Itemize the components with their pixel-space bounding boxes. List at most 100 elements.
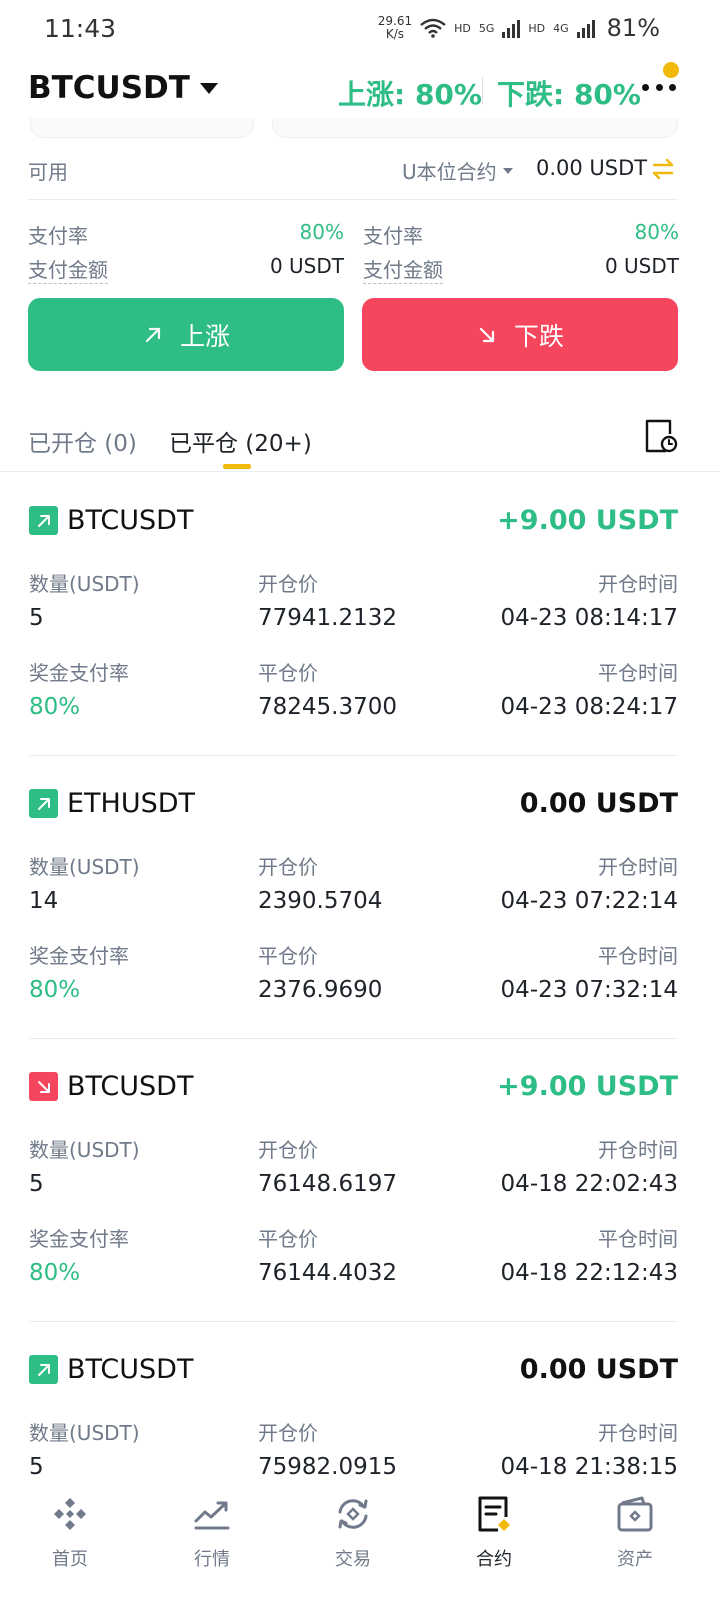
more-options-icon[interactable]	[642, 84, 676, 96]
bonus-rate-label: 奖金支付率	[29, 944, 129, 968]
open-time-value: 04-18 21:38:15	[500, 1454, 678, 1480]
open-time-label: 开仓时间	[598, 1421, 678, 1445]
hd-indicator-2: HD	[528, 21, 546, 35]
qty-value: 5	[29, 1171, 44, 1197]
status-indicators: 29.61 K/s HD 5G HD 4G 81%	[378, 14, 660, 42]
header-divider	[482, 77, 483, 105]
wallet-icon	[617, 1496, 653, 1532]
nav-label: 资产	[617, 1549, 653, 1570]
bonus-rate-value: 80%	[29, 1260, 81, 1286]
pay-amount-value: 0 USDT	[269, 254, 344, 278]
home-icon	[54, 1498, 86, 1530]
bonus-rate-value: 80%	[29, 977, 81, 1003]
qty-label: 数量(USDT)	[29, 572, 140, 596]
amount-input-left[interactable]	[30, 118, 254, 138]
open-time-value: 04-23 07:22:14	[500, 888, 678, 914]
position-record[interactable]: BTCUSDT +9.00 USDT 数量(USDT) 开仓价 开仓时间 5 7…	[29, 1039, 678, 1322]
pay-amount-value: 0 USDT	[604, 254, 679, 278]
close-price-label: 平仓价	[258, 944, 318, 968]
open-time-label: 开仓时间	[598, 572, 678, 596]
transfer-icon[interactable]	[650, 156, 676, 182]
caret-down-icon	[199, 82, 218, 94]
fall-button[interactable]: 下跌	[362, 298, 678, 371]
header: BTCUSDT 上涨: 80% 下跌: 80%	[0, 60, 720, 120]
active-tab-indicator	[223, 464, 251, 469]
cell-signal-icon-2	[576, 18, 595, 38]
open-price-value: 77941.2132	[258, 605, 398, 631]
close-time-label: 平仓时间	[598, 1227, 678, 1251]
tab-closed-positions[interactable]: 已平仓 (20+)	[169, 424, 312, 458]
nav-label: 首页	[52, 1549, 88, 1570]
pair-selector[interactable]: BTCUSDT	[28, 70, 218, 106]
position-record[interactable]: BTCUSDT 0.00 USDT 数量(USDT) 开仓价 开仓时间 5 75…	[29, 1322, 678, 1485]
position-record[interactable]: BTCUSDT +9.00 USDT 数量(USDT) 开仓价 开仓时间 5 7…	[29, 473, 678, 756]
contract-type-select[interactable]: U本位合约	[402, 156, 513, 185]
rise-button[interactable]: 上涨	[28, 298, 344, 371]
network-speed: 29.61 K/s	[377, 14, 413, 41]
bonus-rate-label: 奖金支付率	[29, 1227, 129, 1251]
nav-market[interactable]: 行情	[162, 1495, 262, 1575]
caret-down-icon	[502, 167, 513, 174]
record-pnl: +9.00 USDT	[497, 505, 678, 536]
pay-rate-label: 支付率	[363, 224, 423, 248]
fall-button-label: 下跌	[513, 321, 564, 351]
close-price-label: 平仓价	[258, 1227, 318, 1251]
open-time-value: 04-18 22:02:43	[500, 1171, 678, 1197]
notification-dot	[663, 62, 679, 78]
open-time-label: 开仓时间	[598, 1138, 678, 1162]
signal-tag-5g: 5G	[478, 21, 495, 35]
record-symbol: BTCUSDT	[67, 1354, 194, 1385]
nav-label: 合约	[476, 1549, 512, 1570]
available-balance-row: 可用 U本位合约 0.00 USDT	[28, 152, 678, 188]
record-symbol: ETHUSDT	[67, 788, 196, 819]
available-label: 可用	[28, 160, 68, 184]
amount-input-right[interactable]	[272, 118, 678, 138]
arrow-up-right-icon	[142, 324, 164, 346]
open-price-label: 开仓价	[258, 572, 318, 596]
pay-rate-value: 80%	[299, 220, 344, 244]
nav-home[interactable]: 首页	[20, 1495, 120, 1575]
history-icon[interactable]	[644, 418, 678, 454]
record-title: BTCUSDT	[29, 505, 193, 536]
pair-name: BTCUSDT	[28, 70, 190, 106]
direction-down-icon	[29, 1072, 58, 1101]
position-tabs: 已开仓 (0) 已平仓 (20+)	[0, 414, 720, 472]
close-time-value: 04-18 22:12:43	[500, 1260, 678, 1286]
nav-label: 行情	[194, 1549, 230, 1570]
divider	[28, 199, 678, 200]
wifi-icon	[420, 18, 446, 38]
position-record[interactable]: ETHUSDT 0.00 USDT 数量(USDT) 开仓价 开仓时间 14 2…	[29, 756, 678, 1039]
tab-open-positions[interactable]: 已开仓 (0)	[28, 424, 137, 458]
direction-up-icon	[29, 789, 58, 818]
nav-trade[interactable]: 交易	[303, 1495, 403, 1575]
contract-icon	[478, 1496, 510, 1532]
pay-amount-label[interactable]: 支付金额	[28, 254, 108, 284]
cell-signal-icon	[502, 18, 521, 38]
closed-positions-list: BTCUSDT +9.00 USDT 数量(USDT) 开仓价 开仓时间 5 7…	[0, 473, 720, 1485]
record-title: BTCUSDT	[29, 1071, 193, 1102]
record-title: BTCUSDT	[29, 1354, 193, 1385]
pay-amount-label[interactable]: 支付金额	[363, 254, 443, 284]
arrow-down-right-icon	[476, 324, 498, 346]
record-pnl: 0.00 USDT	[519, 788, 678, 819]
status-time: 11:43	[44, 14, 117, 43]
record-pnl: +9.00 USDT	[497, 1071, 678, 1102]
nav-label: 交易	[335, 1549, 371, 1570]
pay-rate-label: 支付率	[28, 224, 88, 248]
record-symbol: BTCUSDT	[67, 1071, 194, 1102]
record-title: ETHUSDT	[29, 788, 195, 819]
fall-payout-header: 下跌: 80%	[497, 78, 641, 111]
nav-contract[interactable]: 合约	[444, 1495, 544, 1575]
trade-icon	[338, 1499, 368, 1529]
nav-assets[interactable]: 资产	[585, 1495, 685, 1575]
close-time-label: 平仓时间	[598, 944, 678, 968]
record-symbol: BTCUSDT	[67, 505, 194, 536]
direction-up-icon	[29, 1355, 58, 1384]
close-time-label: 平仓时间	[598, 661, 678, 685]
hd-indicator: HD	[454, 21, 471, 35]
qty-label: 数量(USDT)	[29, 855, 140, 879]
close-time-value: 04-23 08:24:17	[500, 694, 678, 720]
rise-payout-info: 支付率 80% 支付金额 0 USDT	[28, 218, 344, 288]
close-price-value: 78245.3700	[258, 694, 398, 720]
battery-level: 81%	[606, 14, 660, 42]
